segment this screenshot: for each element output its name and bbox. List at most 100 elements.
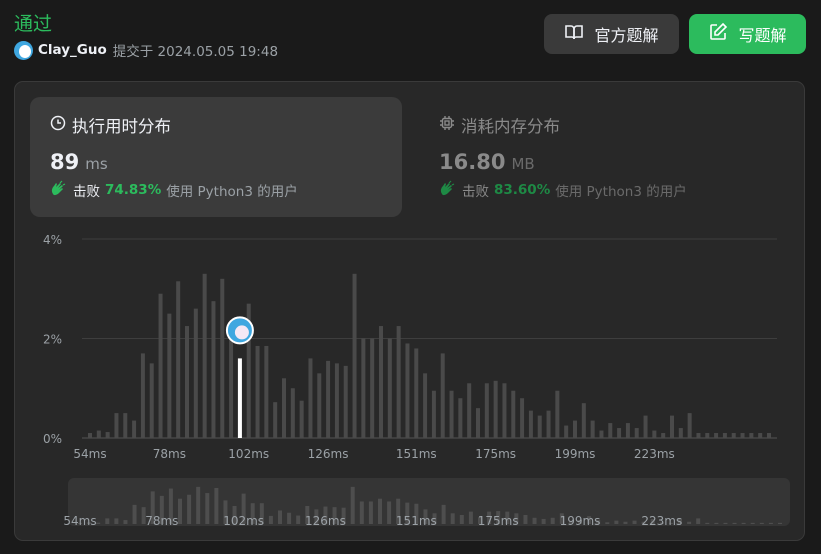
chart-bar [185,326,189,438]
chart-bar [379,326,383,438]
overview-bar [468,511,473,524]
chart-bar [290,388,295,438]
overview-bar [378,498,382,524]
status-title: 通过 [14,13,53,35]
chart-bar [590,420,595,438]
chart-bar [123,413,128,438]
overview-bar [723,522,728,524]
chart-bar [511,390,516,438]
chart-bar [255,345,260,438]
chart-bar [634,428,639,438]
overview-bar [205,493,210,524]
highlight-bar [237,358,242,438]
overview-tick-label: 126ms [305,514,346,528]
chart-bar [220,278,225,438]
chart-bar [722,433,727,438]
chart-bar [114,413,119,438]
overview-bar [750,522,755,524]
overview-tick-label: 151ms [396,514,437,528]
x-tick-label: 175ms [475,447,516,461]
username-link[interactable]: Clay_Guo [38,42,107,58]
chart-bar [581,403,586,438]
overview-bar [450,513,455,524]
chart-bar [361,338,366,438]
chart-bar [352,273,357,438]
chart-bar [105,432,110,438]
write-solution-label: 写题解 [738,26,787,45]
overview-bar [287,512,292,524]
overview-bar [623,521,628,524]
x-tick-label: 102ms [228,447,269,461]
overview-bar [523,515,528,524]
overview-bar [387,501,392,524]
official-solution-label: 官方题解 [594,26,659,45]
chart-bar [414,348,419,438]
chart-bar [229,333,234,438]
chart-bar [767,433,771,438]
chart-bar [370,338,375,438]
overview-tick-label: 223ms [641,514,682,528]
overview-bar [296,515,301,524]
overview-bar [368,501,373,524]
chart-bar [88,433,92,438]
distribution-panel: 执行用时分布 89 ms 击败 74.83% 使用 Python3 的用户 消耗… [14,81,805,541]
chart-bar [211,301,216,438]
chart-bar [326,360,331,438]
chart-bar [643,415,648,438]
chart-bar [476,408,480,438]
chart-bar [555,390,560,438]
official-solution-button[interactable]: 官方题解 [544,14,679,54]
overview-bar [196,486,201,524]
chart-bar [176,281,181,438]
overview-bar [123,520,128,524]
overview-bar [187,494,192,524]
chart-bar [317,373,322,438]
chart-bar [546,410,551,438]
runtime-distribution-chart[interactable]: 0% 2% 4% 54ms 78ms 102ms 126ms 151ms 175ms 199ms 2… [15,82,804,540]
overview-bar [759,522,764,524]
chart-bar [714,433,719,438]
overview-tick-label: 175ms [478,514,519,528]
chart-bar [758,433,763,438]
chart-bar [599,430,604,438]
chart-bar [334,363,339,438]
overview-bar [214,488,219,524]
write-solution-button[interactable]: 写题解 [689,14,806,54]
book-icon [564,22,584,46]
edit-icon [708,22,728,46]
chart-bar [652,430,657,438]
chart-bar [282,378,286,438]
overview-bar [359,501,364,524]
overview-bar [778,522,782,524]
overview-bar [687,521,692,524]
chart-bar [696,433,701,438]
avatar[interactable] [14,40,33,60]
overview-bar [614,520,619,524]
overview-bar [714,522,719,524]
overview-tick-label: 102ms [223,514,264,528]
overview-bar [532,517,537,524]
x-tick-label: 126ms [308,447,349,461]
overview-bar [96,522,101,524]
chart-bar [493,380,498,438]
y-tick-label: 4% [43,233,62,247]
overview-bar [132,504,137,524]
chart-bar [202,273,207,438]
chart-bar [396,326,401,438]
chart-bar [132,420,137,438]
chart-bar [96,430,101,438]
chart-bar [520,398,525,438]
overview-bar [605,522,610,524]
chart-bar [740,433,745,438]
overview-bar [696,518,701,524]
chart-bar [573,420,577,438]
chart-bar [431,390,436,438]
overview-bar [441,504,446,524]
overview-bar [278,510,282,524]
y-tick-label: 2% [43,333,62,347]
y-tick-label: 0% [43,432,62,446]
chart-bar [687,413,692,438]
overview-bar [114,518,119,524]
x-tick-label: 151ms [396,447,437,461]
chart-bar [193,308,198,438]
